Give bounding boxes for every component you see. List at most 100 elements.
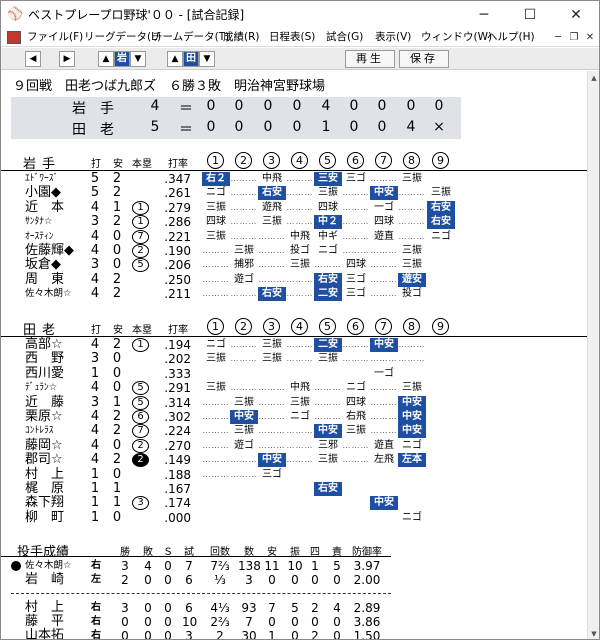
at-bat-result: ……… [230, 455, 258, 465]
pitcher-row[interactable]: 山本拓 右 0 0 0 3 2 30 1 0 2 0 1.50 [1, 629, 391, 640]
scroll-down-icon[interactable]: ▼ [590, 630, 598, 638]
player-row[interactable]: 西川愛 1 0 .333 一ゴ [1, 366, 587, 381]
at-bats: 4 [90, 437, 100, 453]
team2-down-icon[interactable]: ▼ [199, 51, 215, 67]
player-row[interactable]: 周 東 4 2.250……… 遊ゴ……………… 右安 三ゴ……… 遊安 [1, 272, 587, 287]
throwing-hand: 右 [91, 616, 101, 627]
pitcher-row[interactable]: 藤 平右 0 0 0 10 2⅔ 7 0 0 0 0 3.86 [1, 615, 391, 630]
at-bat-result: 遊ゴ [234, 273, 254, 285]
player-row[interactable]: 森下翔 1 1 3.174 中安 [1, 496, 587, 511]
player-row[interactable]: 佐々木朗☆ 4 2.211……………… 右安……… 二安 三ゴ……… 投ゴ [1, 287, 587, 302]
pitching-col-header: 四 [310, 547, 320, 558]
scroll-up-icon[interactable]: ▲ [590, 74, 598, 82]
at-bat-result: ……… [370, 260, 398, 270]
batting-average: .302 [164, 410, 191, 424]
player-row[interactable]: ｻﾝﾀﾅ☆ 3 2 1.286 四球……… 三振……… 中２……… 四球……… 右安 [1, 215, 587, 230]
header-hr: 本塁 [132, 159, 152, 170]
pitcher-row[interactable]: 佐々木朗☆ 右 3 4 0 7 7⅔ 138 11 10 1 5 3.97 [1, 559, 391, 573]
inning-runs: 4 [406, 119, 416, 135]
player-row[interactable]: 佐藤輝◆ 4 0 2.190……… 三振……… 投ゴ ニゴ……………… 三振 [1, 244, 587, 258]
player-row[interactable]: 小園◆ 5 2.261 ニゴ……… 右安……… 三振……… 中安……… 三振 [1, 186, 587, 201]
inning-runs: 0 [206, 119, 216, 135]
team1-button[interactable]: 岩 [114, 51, 130, 67]
minimize-button[interactable]: ─ [461, 1, 507, 29]
pitching-stat: 0 [291, 573, 299, 587]
pitcher-row[interactable]: 岩 崎左 2 0 0 6 ⅓ 3 0 0 0 0 2.00 [1, 572, 391, 588]
inning-header: 1 [207, 318, 224, 335]
player-row[interactable]: 近 藤 3 1 5.314……… 三振……… 三振……… 四球……… 中安 [1, 395, 587, 410]
at-bat-result: 投ゴ [402, 288, 422, 300]
menu-item[interactable]: ファイル(F) [27, 30, 83, 45]
at-bat-result: ニゴ [206, 339, 226, 350]
player-row[interactable]: ｵｰｽﾃｨﾝ 4 0 7.221 三振……………… 中飛 中ギ……… 遊直……… ニゴ [1, 228, 587, 244]
at-bat-result: 三安 [314, 172, 342, 186]
at-bat-result: 三振 [318, 187, 338, 199]
player-row[interactable]: ｴﾄﾞﾜｰｽﾞ 5 2.347 右２……… 中飛……… 三安 三ゴ……… 三振 [1, 172, 587, 186]
maximize-button[interactable]: ☐ [507, 1, 553, 29]
batting-average: .291 [164, 381, 191, 396]
team1-up-icon[interactable]: ▲ [98, 51, 114, 67]
player-row[interactable]: 郡司☆ 4 2 2.149……………… 中安……… 三振……… 左飛 左本 [1, 452, 587, 468]
at-bat-result: 遊直 [374, 439, 394, 451]
at-bat-result: ニゴ [402, 511, 422, 523]
team-label: 田老 [23, 323, 62, 338]
menu-item[interactable]: 成績(R) [223, 30, 260, 45]
player-row[interactable]: 梶 原 1 1 .167 右安 [1, 482, 587, 496]
play-button[interactable]: 再生 [345, 50, 395, 68]
player-row[interactable]: 栗原☆ 4 2 6.302……… 中安……… ニゴ……… 右飛……… 中安 [1, 410, 587, 424]
vertical-scrollbar[interactable]: ▲ ▼ [587, 71, 599, 639]
pitcher-row[interactable]: 村 上右 3 0 0 6 4⅓ 93 7 5 2 4 2.89 [1, 601, 391, 616]
player-row[interactable]: ｺﾝﾄﾚﾗｽ 4 2 7.224……… 三振……………… 中安 三振……… 中安 [1, 423, 587, 439]
menu-item[interactable]: 試合(G) [326, 30, 363, 45]
menu-item[interactable]: チームデータ(T) [152, 30, 229, 45]
team2-up-icon[interactable]: ▲ [167, 51, 183, 67]
mdi-restore-icon[interactable]: ❐ [567, 30, 581, 45]
player-row[interactable]: 高部☆ 4 2 1.194 ニゴ……… 三振……… 二安……… 中安……… [1, 338, 587, 352]
pitching-stat: 93 [241, 601, 257, 615]
player-row[interactable]: 近 本 4 1 1.279 三振……… 遊飛……… 四球……… 一ゴ……… 右安 [1, 200, 587, 215]
at-bat-result: ……… [370, 274, 398, 284]
team2-button[interactable]: 田 [183, 51, 199, 67]
player-name: 佐々木朗☆ [25, 288, 72, 300]
inning-runs: 0 [263, 119, 273, 135]
at-bat-result: 三振 [262, 339, 282, 350]
title-bar[interactable]: ⚾ ベストプレープロ野球'００ - [試合記録] ─ ☐ ✕ [1, 1, 599, 29]
player-row[interactable]: 西 野 3 0.202 三振……… 三振……… 三振……………………… [1, 352, 587, 367]
at-bat-result: ……… [314, 260, 342, 270]
at-bat-result: 三振 [290, 259, 310, 271]
player-row[interactable]: 坂倉◆ 3 0 5 .206 ……… 捕邪 ……… 三振 ……… 四球 ……… 三振 [1, 258, 587, 273]
next-arrow-icon[interactable]: ▶ [59, 51, 75, 67]
at-bat-result: ……… [342, 354, 370, 364]
home-runs: 2 [132, 453, 149, 468]
prev-arrow-icon[interactable]: ◀ [25, 51, 41, 67]
player-name: ｴﾄﾞﾜｰｽﾞ [25, 173, 59, 184]
player-row[interactable]: 藤岡☆ 4 0 2.270……… 遊ゴ……………… 三邪……… 遊直 ニゴ [1, 437, 587, 453]
close-button[interactable]: ✕ [553, 1, 599, 29]
mdi-minimize-icon[interactable]: ─ [551, 30, 565, 45]
at-bat-result: ……… [286, 202, 314, 212]
at-bat-result: 右安 [427, 215, 455, 230]
pitching-stat: 2 [311, 601, 319, 615]
at-bat-result: ……… [398, 217, 426, 227]
player-name: 郡司☆ [25, 452, 63, 468]
pitcher-name: 岩 崎 [25, 572, 65, 587]
player-row[interactable]: 村 上 1 0 .188 ……………… 三ゴ [1, 467, 587, 482]
batting-average: .314 [164, 395, 191, 410]
player-row[interactable]: ﾃﾞｭﾗﾝ☆ 4 0 5.291 三振……………… 中飛……… ニゴ……… 三振 [1, 381, 587, 396]
save-button[interactable]: 保存 [399, 50, 449, 68]
menu-item[interactable]: 日程表(S) [269, 30, 315, 45]
hits: 0 [112, 228, 122, 244]
menu-item[interactable]: 表示(V) [375, 30, 411, 45]
home-runs [132, 287, 149, 301]
document-icon[interactable] [7, 31, 21, 44]
at-bat-result: 中安 [370, 186, 398, 201]
player-row[interactable]: 柳 町 1 0 .000 ニゴ [1, 510, 587, 525]
menu-item[interactable]: ヘルプ(H) [487, 30, 535, 45]
mdi-close-icon[interactable]: ✕ [583, 30, 597, 45]
team1-down-icon[interactable]: ▼ [130, 51, 146, 67]
pitching-stat: 0 [333, 615, 341, 629]
menu-item[interactable]: ウィンドウ(W) [421, 30, 492, 45]
at-bats: 4 [90, 423, 100, 439]
menu-item[interactable]: リーグデータ(L) [84, 30, 161, 45]
inning-runs: 0 [349, 98, 359, 114]
